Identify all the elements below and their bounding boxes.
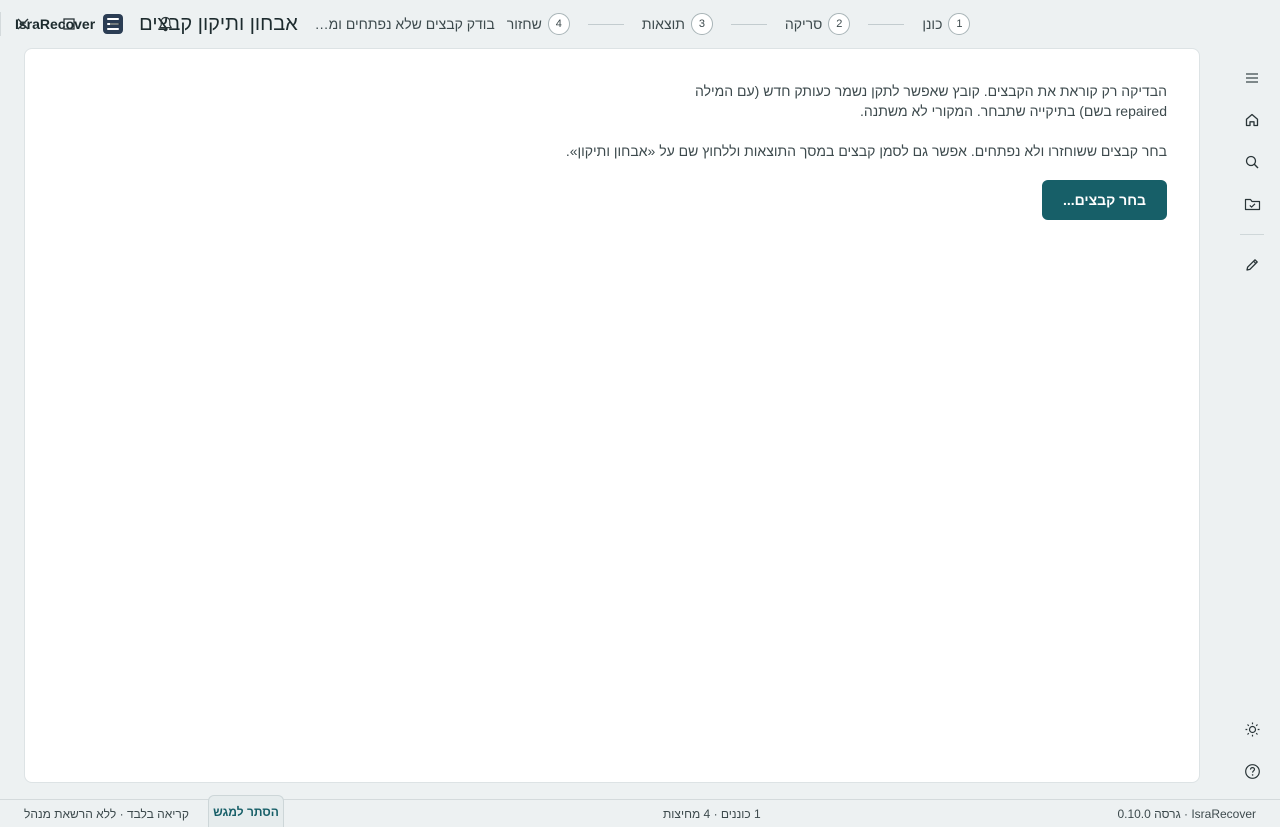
step-number: 3: [690, 13, 713, 35]
step-label: סריקה: [784, 16, 823, 32]
step-number: 1: [948, 13, 971, 35]
close-button[interactable]: [0, 0, 46, 48]
step-label: שחזור: [506, 16, 542, 32]
search-button[interactable]: [1238, 148, 1266, 176]
step-connector: [868, 23, 905, 25]
page-subtitle: בודק קבצים שלא נפתחים ומתקן...: [309, 16, 495, 32]
notifications-button[interactable]: [142, 0, 188, 48]
help-button[interactable]: [1238, 757, 1266, 785]
explanation-line-1: הבדיקה רק קוראת את הקבצים. קובץ שאפשר לת…: [695, 83, 1167, 99]
explanation-line-2-wrap: repaired בשם) בתיקייה שתבחר. המקורי לא מ…: [860, 103, 1167, 119]
drives-summary: 1 כוננים · 4 מחיצות: [663, 807, 761, 821]
wizard-stepper: 1 כונן 2 סריקה 3 תוצאות 4 שחזור: [507, 13, 971, 35]
step-drive[interactable]: 1 כונן: [922, 13, 971, 35]
maximize-button[interactable]: [46, 0, 92, 48]
help-icon: [1244, 763, 1260, 779]
step-results[interactable]: 3 תוצאות: [642, 13, 713, 35]
step-number: 2: [828, 13, 851, 35]
home-icon: [1245, 113, 1259, 127]
maximize-icon: [63, 18, 75, 30]
step-restore[interactable]: 4 שחזור: [507, 13, 570, 35]
minimize-icon: [110, 23, 120, 25]
main-panel: הבדיקה רק קוראת את הקבצים. קובץ שאפשר לת…: [24, 48, 1200, 783]
hide-to-tray-button[interactable]: הסתר למגש: [208, 795, 284, 827]
explanation-line-2: בשם) בתיקייה שתבחר. המקורי לא משתנה.: [860, 103, 1112, 119]
repaired-word: repaired: [1115, 103, 1167, 119]
theme-icon: [1245, 722, 1259, 736]
permissions-mode: קריאה בלבד · ללא הרשאת מנהל: [24, 807, 189, 821]
status-bar: IsraRecover · גרסה 0.10.0 1 כוננים · 4 מ…: [0, 795, 1280, 827]
app-window: IsraRecover אבחון ותיקון קבצים בודק קבצי…: [0, 0, 1280, 827]
step-label: תוצאות: [641, 16, 685, 32]
select-files-button[interactable]: בחר קבצים...: [1041, 180, 1167, 220]
read-only-explanation: הבדיקה רק קוראת את הקבצים. קובץ שאפשר לת…: [607, 81, 1167, 121]
rail-divider: [1240, 234, 1264, 235]
minimize-button[interactable]: [92, 0, 138, 48]
pencil-icon: [1246, 259, 1258, 271]
side-rail: [1224, 56, 1280, 783]
select-files-hint: בחר קבצים ששוחזרו ולא נפתחים. אפשר גם לס…: [565, 143, 1167, 159]
close-icon: [17, 18, 29, 30]
step-scan[interactable]: 2 סריקה: [784, 13, 851, 35]
step-label: כונן: [922, 16, 943, 32]
edit-button[interactable]: [1238, 251, 1266, 279]
diagnose-intro: הבדיקה רק קוראת את הקבצים. קובץ שאפשר לת…: [565, 81, 1167, 220]
title-bar: IsraRecover אבחון ותיקון קבצים בודק קבצי…: [0, 0, 1280, 48]
menu-button[interactable]: [1238, 64, 1266, 92]
step-number: 4: [547, 13, 570, 35]
home-button[interactable]: [1238, 106, 1266, 134]
bell-icon: [158, 16, 172, 32]
search-icon: [1245, 155, 1259, 169]
theme-toggle-button[interactable]: [1238, 715, 1266, 743]
menu-icon: [1246, 73, 1258, 83]
diagnose-repair-button[interactable]: [1238, 190, 1266, 218]
folder-check-icon: [1244, 198, 1260, 210]
step-connector: [587, 23, 624, 25]
version-label: IsraRecover · גרסה 0.10.0: [1117, 807, 1256, 821]
step-connector: [730, 23, 767, 25]
window-controls: [0, 0, 188, 48]
